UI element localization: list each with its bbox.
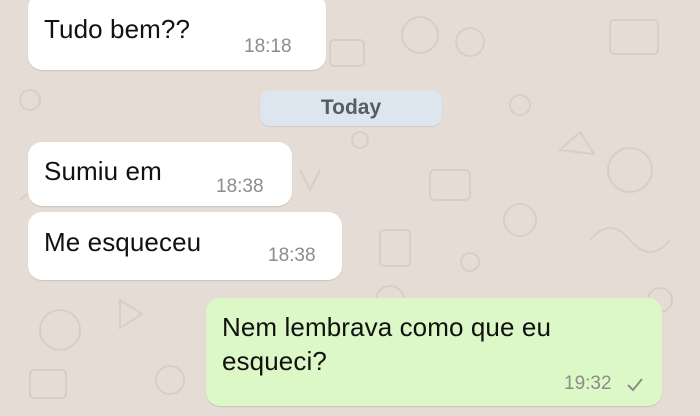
message-text: Me esqueceu	[44, 227, 202, 257]
message-timestamp: 18:38	[216, 176, 264, 197]
message-bubble-outgoing[interactable]: Nem lembrava como que eu esqueci? 19:32	[206, 298, 662, 406]
message-text: Tudo bem??	[44, 14, 191, 44]
message-bubble-incoming[interactable]: Sumiu em 18:38	[28, 142, 292, 206]
message-timestamp: 18:18	[244, 36, 292, 57]
message-timestamp: 19:32	[564, 373, 612, 394]
message-text: Nem lembrava como que eu esqueci?	[222, 312, 551, 376]
message-timestamp: 18:38	[268, 245, 316, 266]
date-divider: Today	[260, 90, 442, 126]
message-text: Sumiu em	[44, 156, 162, 186]
single-check-icon	[627, 378, 643, 392]
message-bubble-incoming[interactable]: Me esqueceu 18:38	[28, 212, 342, 280]
message-bubble-incoming[interactable]: Tudo bem?? 18:18	[28, 0, 326, 70]
